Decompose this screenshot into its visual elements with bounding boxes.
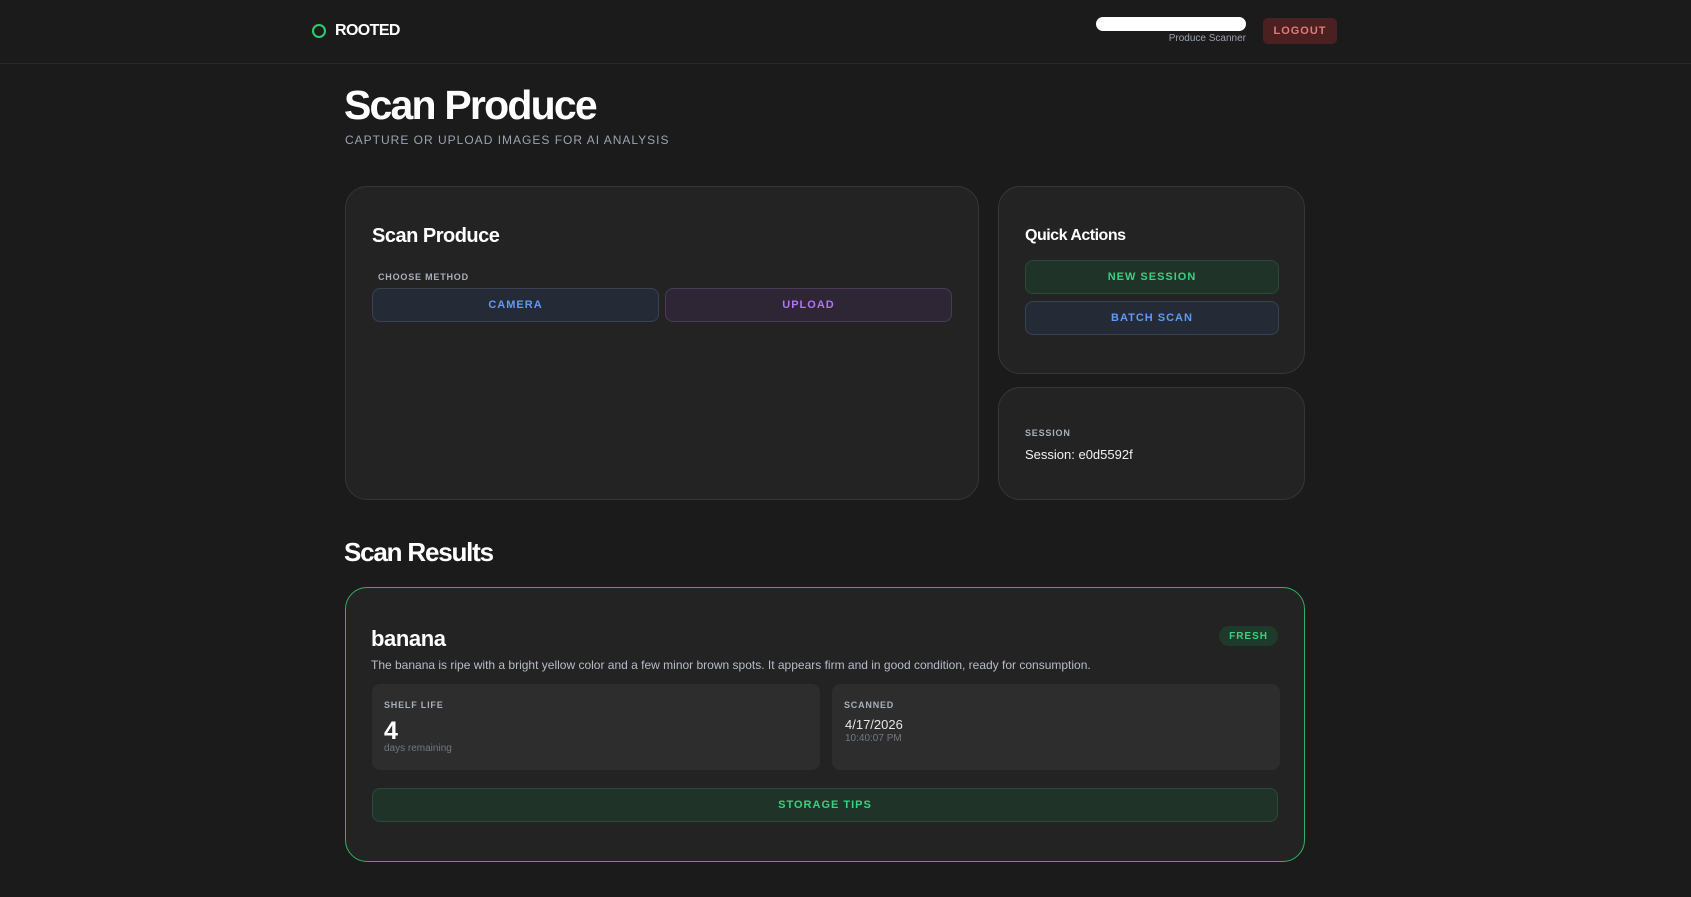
shelf-life-value: 4 [384, 717, 398, 745]
brand-logo[interactable]: ROOTED [312, 20, 400, 42]
session-id: Session: e0d5592f [1025, 447, 1133, 462]
produce-description: The banana is ripe with a bright yellow … [371, 658, 1091, 672]
batch-scan-button[interactable]: BATCH SCAN [1025, 301, 1279, 335]
storage-tips-button[interactable]: STORAGE TIPS [372, 788, 1278, 822]
new-session-button[interactable]: NEW SESSION [1025, 260, 1279, 294]
scanned-date: 4/17/2026 [845, 717, 903, 732]
camera-button[interactable]: CAMERA [372, 288, 659, 322]
result-card: banana FRESH The banana is ripe with a b… [345, 587, 1305, 862]
page-title: Scan Produce [344, 82, 598, 128]
scanned-time: 10:40:07 PM [845, 733, 902, 744]
session-card: SESSION Session: e0d5592f [998, 387, 1305, 500]
choose-method-label: CHOOSE METHOD [378, 272, 469, 282]
brand-circle-icon [312, 24, 326, 38]
shelf-life-label: SHELF LIFE [384, 700, 444, 710]
shelf-life-box: SHELF LIFE 4 days remaining [372, 684, 820, 770]
scan-results-title: Scan Results [344, 537, 494, 567]
upload-button[interactable]: UPLOAD [665, 288, 952, 322]
scanned-box: SCANNED 4/17/2026 10:40:07 PM [832, 684, 1280, 770]
logout-button[interactable]: LOGOUT [1263, 18, 1337, 44]
quick-actions-card: Quick Actions NEW SESSION BATCH SCAN [998, 186, 1305, 374]
user-info: Produce Scanner [1096, 17, 1246, 44]
user-name-redacted [1096, 17, 1246, 31]
produce-name: banana [371, 626, 446, 651]
brand-name: ROOTED [335, 22, 400, 39]
status-badge: FRESH [1219, 626, 1278, 646]
scan-produce-card: Scan Produce CHOOSE METHOD CAMERA UPLOAD [345, 186, 979, 500]
shelf-life-unit: days remaining [384, 743, 452, 754]
page-subtitle: CAPTURE OR UPLOAD IMAGES FOR AI ANALYSIS [345, 133, 670, 147]
scanned-label: SCANNED [844, 700, 895, 710]
top-nav: ROOTED Produce Scanner LOGOUT [0, 0, 1691, 64]
quick-actions-title: Quick Actions [1025, 227, 1126, 244]
scan-card-title: Scan Produce [372, 225, 500, 247]
user-role: Produce Scanner [1168, 33, 1246, 44]
session-label: SESSION [1025, 428, 1071, 438]
